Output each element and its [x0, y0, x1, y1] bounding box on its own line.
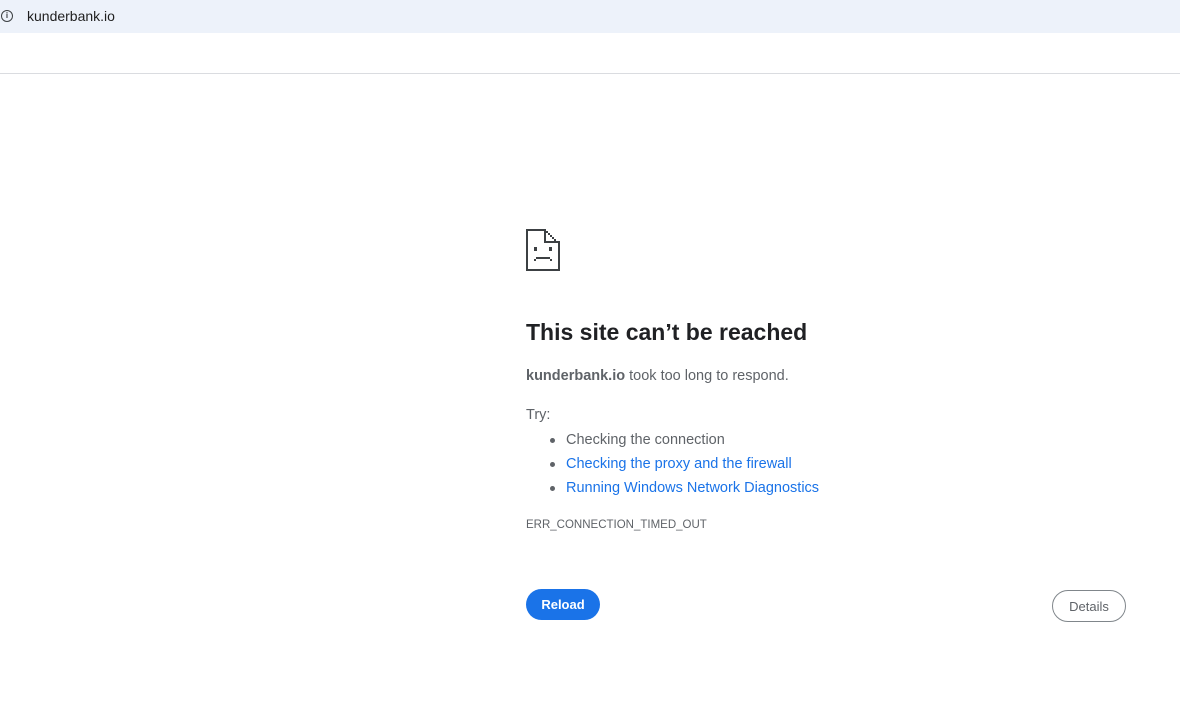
info-icon[interactable]: i — [1, 10, 13, 22]
error-summary: kunderbank.io took too long to respond. — [526, 368, 789, 384]
network-diagnostics-link[interactable]: Running Windows Network Diagnostics — [566, 480, 819, 496]
try-label: Try: — [526, 407, 551, 423]
details-button[interactable]: Details — [1052, 590, 1126, 622]
error-code: ERR_CONNECTION_TIMED_OUT — [526, 519, 707, 531]
url-text[interactable]: kunderbank.io — [27, 8, 115, 24]
toolbar-divider — [0, 73, 1180, 74]
suggestion-check-proxy-firewall: Checking the proxy and the firewall — [549, 452, 819, 476]
suggestion-label: Checking the connection — [566, 432, 725, 448]
sad-page-icon — [526, 229, 560, 271]
page-title: This site can’t be reached — [526, 319, 808, 345]
reload-button[interactable]: Reload — [526, 589, 600, 620]
address-bar[interactable]: i kunderbank.io — [0, 0, 1180, 33]
error-content: This site can’t be reached kunderbank.io… — [526, 229, 1126, 531]
suggestion-check-connection: Checking the connection — [549, 428, 819, 452]
summary-host: kunderbank.io — [526, 368, 626, 384]
suggestions-list: Checking the connection Checking the pro… — [526, 428, 819, 500]
check-proxy-firewall-link[interactable]: Checking the proxy and the firewall — [566, 456, 792, 472]
suggestion-network-diagnostics: Running Windows Network Diagnostics — [549, 476, 819, 500]
summary-text: took too long to respond. — [625, 368, 789, 384]
